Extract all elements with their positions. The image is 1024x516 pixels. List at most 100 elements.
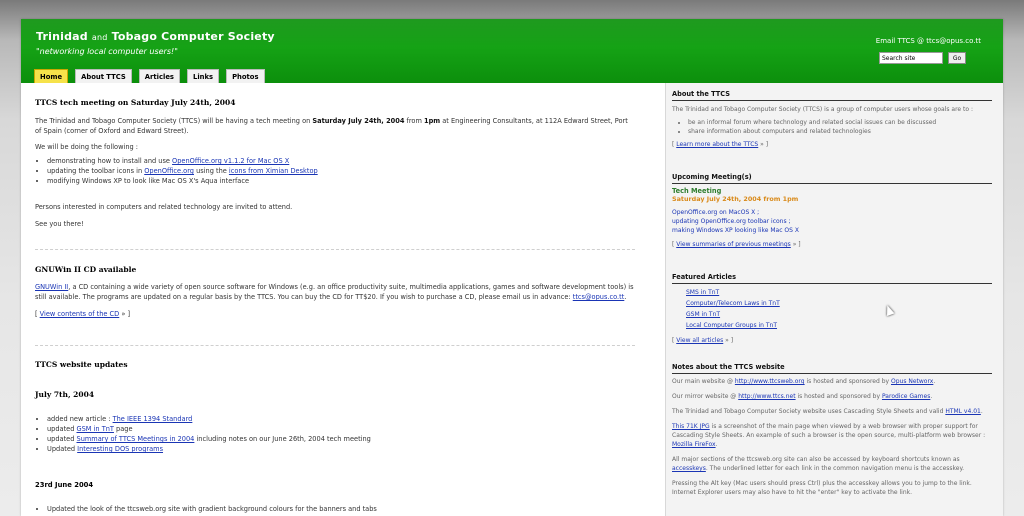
- sidebar-heading-about: About the TTCS: [672, 90, 992, 101]
- updates-list: added new article : The IEEE 1394 Standa…: [35, 414, 635, 454]
- list-item: updated GSM in TnT page: [47, 424, 635, 434]
- tab-links[interactable]: Links: [186, 69, 220, 83]
- meetings-more: [ View summaries of previous meetings » …: [672, 241, 801, 248]
- post-gnuwin-body: GNUWin II, a CD containing a wide variet…: [35, 282, 635, 319]
- list-item: share information about computers and re…: [688, 127, 992, 136]
- note-paragraph: Our mirror website @ http://www.ttcs.net…: [672, 393, 933, 400]
- featured-list: SMS in TnT Computer/Telecom Laws in TnT …: [672, 287, 992, 331]
- parodice-games-link[interactable]: Parodice Games: [882, 393, 930, 400]
- meeting-agenda-list: demonstrating how to install and use Ope…: [35, 156, 635, 186]
- update-list-july: added new article : The IEEE 1394 Standa…: [35, 414, 635, 454]
- about-more: [ Learn more about the TTCS » ]: [672, 141, 769, 148]
- ieee-1394-link[interactable]: The IEEE 1394 Standard: [113, 415, 193, 423]
- update-date: 23rd June 2004: [35, 481, 94, 489]
- update-list-june: Updated the look of the ttcsweb.org site…: [35, 504, 635, 514]
- opus-networx-link[interactable]: Opus Networx: [891, 378, 933, 385]
- list-item: demonstrating how to install and use Ope…: [47, 156, 635, 166]
- note-paragraph: All major sections of the ttcsweb.org si…: [672, 456, 965, 472]
- sidebar-heading-meetings: Upcoming Meeting(s): [672, 173, 992, 184]
- site-title-part1: Trinidad: [36, 30, 88, 43]
- note-paragraph: Pressing the Alt key (Mac users should p…: [672, 480, 972, 496]
- main-content: TTCS tech meeting on Saturday July 24th,…: [21, 83, 679, 516]
- divider: [35, 249, 635, 250]
- tab-photos[interactable]: Photos: [226, 69, 265, 83]
- site-banner: Trinidad and Tobago Computer Society "ne…: [21, 19, 1003, 83]
- featured-body: SMS in TnT Computer/Telecom Laws in TnT …: [672, 287, 992, 345]
- note-paragraph: Our main website @ http://www.ttcsweb.or…: [672, 378, 936, 385]
- updates-list: Updated the look of the ttcsweb.org site…: [35, 504, 635, 514]
- featured-more: [ View all articles » ]: [672, 337, 734, 344]
- list-item: added new article : The IEEE 1394 Standa…: [47, 414, 635, 424]
- about-goals-list: be an informal forum where technology an…: [672, 118, 992, 136]
- search-form: Go: [879, 52, 966, 64]
- notes-body: Our main website @ http://www.ttcsweb.or…: [672, 377, 992, 497]
- post-paragraph: [ View contents of the CD » ]: [35, 310, 131, 318]
- sidebar-heading-notes: Notes about the TTCS website: [672, 363, 992, 374]
- view-cd-contents-link[interactable]: View contents of the CD: [40, 310, 120, 318]
- search-go-button[interactable]: Go: [948, 52, 966, 64]
- html-validator-link[interactable]: HTML v4.01: [945, 408, 981, 415]
- meetings-body: Tech Meeting Saturday July 24th, 2004 fr…: [672, 187, 992, 249]
- site-title-and: and: [91, 33, 108, 42]
- post-paragraph: Persons interested in computers and rela…: [35, 203, 293, 211]
- meeting-topic-link[interactable]: OpenOffice.org on MacOS X ;: [672, 208, 992, 217]
- post-tech-meeting-body: The Trinidad and Tobago Computer Society…: [35, 116, 635, 229]
- gsm-tnt-link[interactable]: GSM in TnT: [77, 425, 114, 433]
- post-paragraph: GNUWin II, a CD containing a wide variet…: [35, 283, 634, 301]
- gnuwin-link[interactable]: GNUWin II: [35, 283, 68, 291]
- nav-tabs: Home About TTCS Articles Links Photos: [34, 69, 272, 83]
- featured-article-link[interactable]: Computer/Telecom Laws in TnT: [686, 298, 992, 309]
- meetings-summary-link[interactable]: Summary of TTCS Meetings in 2004: [77, 435, 195, 443]
- meeting-name: Tech Meeting: [672, 187, 722, 195]
- openoffice-link[interactable]: OpenOffice.org: [144, 167, 194, 175]
- search-input[interactable]: [879, 52, 943, 64]
- dos-programs-link[interactable]: Interesting DOS programs: [77, 445, 163, 453]
- divider: [35, 345, 635, 346]
- post-title-website-updates: TTCS website updates: [35, 360, 128, 369]
- list-item: be an informal forum where technology an…: [688, 118, 992, 127]
- sidebar-heading-featured: Featured Articles: [672, 273, 992, 284]
- site-tagline: "networking local computer users!": [36, 47, 178, 56]
- post-title-gnuwin: GNUWin II CD available: [35, 265, 137, 274]
- ximian-icons-link[interactable]: icons from Ximian Desktop: [229, 167, 318, 175]
- email-ttcs-link[interactable]: ttcs@opus.co.tt: [573, 293, 625, 301]
- featured-article-link[interactable]: GSM in TnT: [686, 309, 992, 320]
- tab-articles[interactable]: Articles: [138, 69, 180, 83]
- post-title-tech-meeting: TTCS tech meeting on Saturday July 24th,…: [35, 98, 236, 107]
- about-body: The Trinidad and Tobago Computer Society…: [672, 105, 992, 149]
- previous-meetings-link[interactable]: View summaries of previous meetings: [676, 241, 791, 248]
- email-link[interactable]: Email TTCS @ ttcs@opus.co.tt: [876, 37, 981, 45]
- note-paragraph: This 71K JPG is a screenshot of the main…: [672, 423, 986, 448]
- mirror-website-link[interactable]: http://www.ttcs.net: [738, 393, 795, 400]
- featured-article-link[interactable]: Local Computer Groups in TnT: [686, 320, 992, 331]
- main-website-link[interactable]: http://www.ttcsweb.org: [735, 378, 805, 385]
- learn-more-link[interactable]: Learn more about the TTCS: [676, 141, 758, 148]
- list-item: updating the toolbar icons in OpenOffice…: [47, 166, 635, 176]
- view-all-articles-link[interactable]: View all articles: [676, 337, 723, 344]
- firefox-link[interactable]: Mozilla FireFox: [672, 441, 716, 448]
- accesskeys-link[interactable]: accesskeys: [672, 465, 706, 472]
- meeting-date: Saturday July 24th, 2004 from 1pm: [672, 195, 799, 203]
- update-date: July 7th, 2004: [35, 390, 95, 399]
- list-item: Updated Interesting DOS programs: [47, 444, 635, 454]
- featured-article-link[interactable]: SMS in TnT: [686, 287, 992, 298]
- post-paragraph: The Trinidad and Tobago Computer Society…: [35, 117, 628, 135]
- list-item: modifying Windows XP to look like Mac OS…: [47, 176, 635, 186]
- post-paragraph: We will be doing the following :: [35, 143, 138, 151]
- meeting-topics: OpenOffice.org on MacOS X ; updating Ope…: [672, 208, 992, 235]
- note-paragraph: The Trinidad and Tobago Computer Society…: [672, 408, 983, 415]
- tab-about[interactable]: About TTCS: [75, 69, 132, 83]
- screenshot-jpg-link[interactable]: This 71K JPG: [672, 423, 710, 430]
- about-intro: The Trinidad and Tobago Computer Society…: [672, 106, 973, 113]
- list-item: Updated the look of the ttcsweb.org site…: [47, 504, 635, 514]
- site-title[interactable]: Trinidad and Tobago Computer Society: [36, 30, 275, 43]
- tab-home[interactable]: Home: [34, 69, 69, 83]
- list-item: updated Summary of TTCS Meetings in 2004…: [47, 434, 635, 444]
- site-title-part2: Tobago Computer Society: [111, 30, 275, 43]
- openoffice-mac-link[interactable]: OpenOffice.org v1.1.2 for Mac OS X: [172, 157, 289, 165]
- meeting-topic-link[interactable]: updating OpenOffice.org toolbar icons ;: [672, 217, 992, 226]
- post-paragraph: See you there!: [35, 220, 84, 228]
- meeting-topic-link[interactable]: making Windows XP looking like Mac OS X: [672, 226, 992, 235]
- sidebar: About the TTCS The Trinidad and Tobago C…: [665, 83, 1003, 516]
- page: Trinidad and Tobago Computer Society "ne…: [21, 19, 1003, 516]
